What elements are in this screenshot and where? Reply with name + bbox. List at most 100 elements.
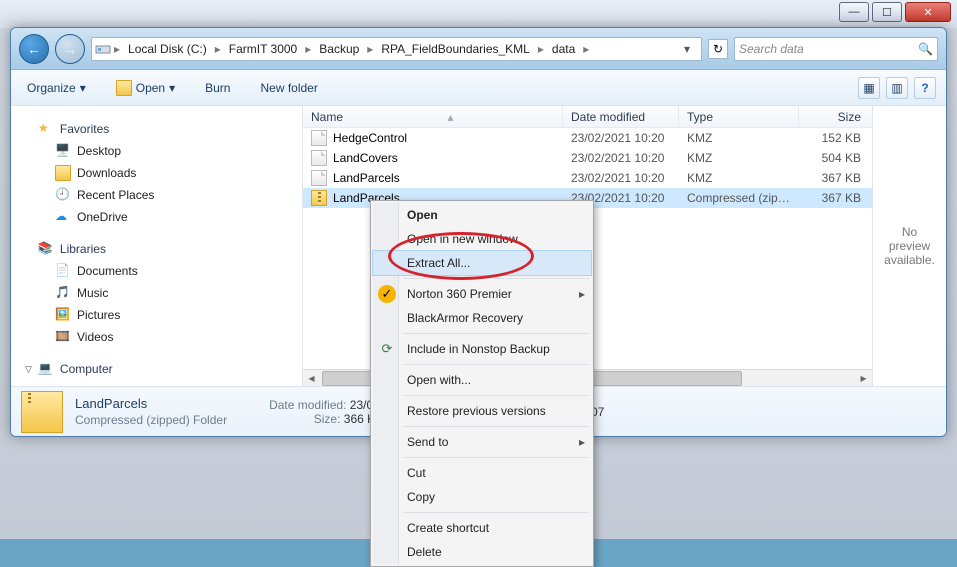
navigation-pane[interactable]: ▷ ★ Favorites 🖥️Desktop Downloads 🕘 Recen…	[11, 106, 303, 386]
open-button[interactable]: Open ▾	[110, 76, 181, 100]
ctx-copy[interactable]: Copy	[373, 485, 591, 509]
ctx-label: Norton 360 Premier	[407, 287, 512, 301]
chevron-right-icon[interactable]: ▸	[365, 42, 375, 56]
sidebar-item-downloads[interactable]: Downloads	[21, 162, 302, 184]
computer-group[interactable]: ▽ 💻 Computer	[21, 358, 302, 380]
folder-icon	[55, 165, 71, 181]
file-type: KMZ	[679, 131, 799, 145]
ctx-open-new-window[interactable]: Open in new window	[373, 227, 591, 251]
organize-button[interactable]: Organize ▾	[21, 77, 92, 99]
forward-button[interactable]: →	[55, 34, 85, 64]
details-date-label: Date modified:	[269, 398, 346, 412]
chevron-right-icon[interactable]: ▸	[213, 42, 223, 56]
breadcrumb-item[interactable]: Local Disk (C:)	[122, 38, 213, 60]
sidebar-item-videos[interactable]: 🎞️Videos	[21, 326, 302, 348]
ctx-label: Include in Nonstop Backup	[407, 342, 550, 356]
documents-icon: 📄	[55, 263, 71, 279]
bg-minimize-button[interactable]: —	[839, 2, 869, 22]
column-header-name[interactable]: Name▴	[303, 106, 563, 127]
scroll-right-icon[interactable]: ▸	[855, 371, 872, 386]
libraries-label: Libraries	[60, 242, 106, 256]
file-size: 367 KB	[799, 171, 869, 185]
breadcrumb-item[interactable]: Backup	[313, 38, 365, 60]
sidebar-item-label: Desktop	[77, 144, 121, 158]
sidebar-item-desktop[interactable]: 🖥️Desktop	[21, 140, 302, 162]
ctx-send-to[interactable]: Send to ▸	[373, 430, 591, 454]
file-date: 23/02/2021 10:20	[563, 171, 679, 185]
sidebar-item-label: Documents	[77, 264, 138, 278]
ctx-cut[interactable]: Cut	[373, 461, 591, 485]
column-headers: Name▴ Date modified Type Size	[303, 106, 872, 128]
ctx-blackarmor[interactable]: BlackArmor Recovery	[373, 306, 591, 330]
favorites-group[interactable]: ▷ ★ Favorites	[21, 118, 302, 140]
file-size: 152 KB	[799, 131, 869, 145]
details-filename: LandParcels	[75, 396, 227, 411]
file-icon	[311, 130, 327, 146]
separator	[403, 395, 589, 396]
ctx-extract-all[interactable]: Extract All...	[373, 251, 591, 275]
chevron-down-icon: ▾	[80, 81, 86, 95]
ctx-create-shortcut[interactable]: Create shortcut	[373, 516, 591, 540]
ctx-label: Send to	[407, 435, 448, 449]
chevron-right-icon[interactable]: ▸	[112, 42, 122, 56]
folder-icon	[116, 80, 132, 96]
table-row[interactable]: LandCovers23/02/2021 10:20KMZ504 KB	[303, 148, 872, 168]
separator	[403, 426, 589, 427]
bg-close-button[interactable]: ✕	[905, 2, 951, 22]
column-header-date[interactable]: Date modified	[563, 106, 679, 127]
file-icon	[311, 150, 327, 166]
sidebar-item-recent[interactable]: 🕘 Recent Places	[21, 184, 302, 206]
burn-button[interactable]: Burn	[199, 77, 236, 99]
breadcrumb-item[interactable]: data	[546, 38, 581, 60]
scroll-left-icon[interactable]: ◂	[303, 371, 320, 386]
ctx-nonstop-backup[interactable]: ⟳ Include in Nonstop Backup	[373, 337, 591, 361]
ctx-restore-versions[interactable]: Restore previous versions	[373, 399, 591, 423]
back-button[interactable]: ←	[19, 34, 49, 64]
sidebar-item-label: Pictures	[77, 308, 120, 322]
ctx-delete[interactable]: Delete	[373, 540, 591, 564]
table-row[interactable]: LandParcels23/02/2021 10:20KMZ367 KB	[303, 168, 872, 188]
table-row[interactable]: HedgeControl23/02/2021 10:20KMZ152 KB	[303, 128, 872, 148]
ctx-open[interactable]: Open	[373, 203, 591, 227]
sidebar-item-label: Recent Places	[77, 188, 154, 202]
sidebar-item-music[interactable]: 🎵Music	[21, 282, 302, 304]
recent-icon: 🕘	[55, 187, 71, 203]
refresh-button[interactable]: ↻	[708, 39, 728, 59]
chevron-right-icon[interactable]: ▸	[536, 42, 546, 56]
column-header-type[interactable]: Type	[679, 106, 799, 127]
help-button[interactable]: ?	[914, 77, 936, 99]
column-header-size[interactable]: Size	[799, 106, 869, 127]
videos-icon: 🎞️	[55, 329, 71, 345]
new-folder-button[interactable]: New folder	[254, 77, 323, 99]
sidebar-item-label: Music	[77, 286, 108, 300]
bg-maximize-button[interactable]: ☐	[872, 2, 902, 22]
submenu-arrow-icon: ▸	[579, 287, 585, 301]
breadcrumb-item[interactable]: FarmIT 3000	[223, 38, 303, 60]
search-input[interactable]: Search data 🔍	[734, 37, 938, 61]
breadcrumb-dropdown-icon[interactable]: ▾	[679, 42, 695, 56]
view-options-button[interactable]: ▦	[858, 77, 880, 99]
file-date: 23/02/2021 10:20	[563, 131, 679, 145]
ctx-norton[interactable]: ✓ Norton 360 Premier ▸	[373, 282, 591, 306]
sidebar-item-label: Downloads	[77, 166, 136, 180]
expand-icon: ▷	[25, 244, 32, 255]
chevron-right-icon[interactable]: ▸	[303, 42, 313, 56]
separator	[403, 512, 589, 513]
chevron-right-icon[interactable]: ▸	[581, 42, 591, 56]
breadcrumb-item[interactable]: RPA_FieldBoundaries_KML	[375, 38, 536, 60]
context-menu: Open Open in new window Extract All... ✓…	[370, 200, 594, 567]
expand-icon: ▽	[25, 364, 32, 375]
sidebar-item-pictures[interactable]: 🖼️Pictures	[21, 304, 302, 326]
breadcrumb[interactable]: ▸ Local Disk (C:) ▸ FarmIT 3000 ▸ Backup…	[91, 37, 702, 61]
sidebar-item-documents[interactable]: 📄 Documents	[21, 260, 302, 282]
background-window-titlebar: — ☐ ✕	[0, 0, 957, 28]
libraries-group[interactable]: ▷ 📚 Libraries	[21, 238, 302, 260]
file-date: 23/02/2021 10:20	[563, 151, 679, 165]
sidebar-item-label: OneDrive	[77, 210, 128, 224]
details-size-label: Size:	[314, 412, 341, 426]
sidebar-item-onedrive[interactable]: ☁OneDrive	[21, 206, 302, 228]
preview-pane-button[interactable]: ▥	[886, 77, 908, 99]
separator	[403, 364, 589, 365]
ctx-open-with[interactable]: Open with...	[373, 368, 591, 392]
separator	[403, 333, 589, 334]
